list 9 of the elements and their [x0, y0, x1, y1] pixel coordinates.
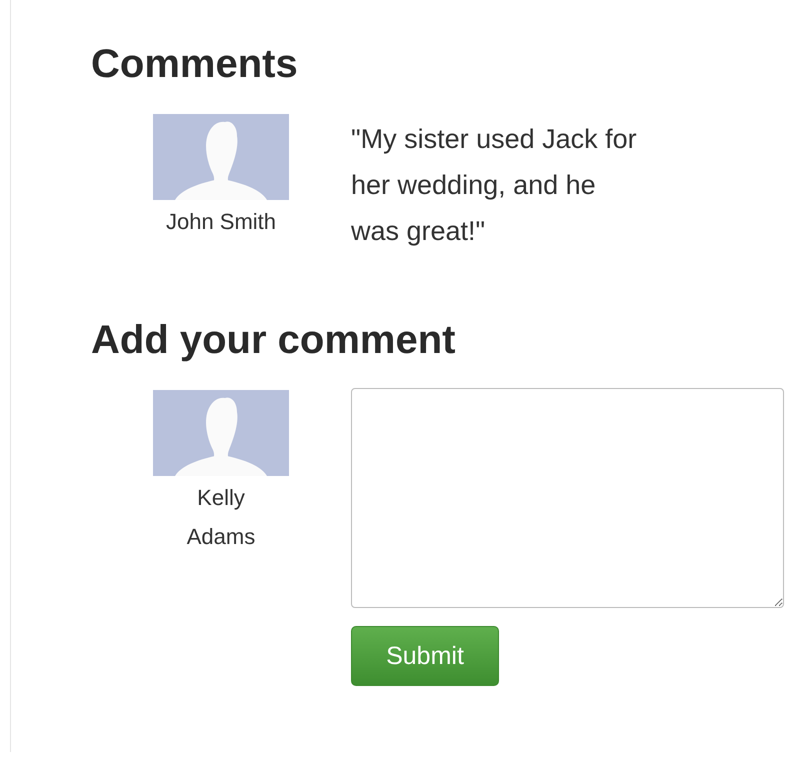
avatar-icon [153, 390, 289, 476]
author-name: John Smith [166, 208, 276, 236]
avatar-icon [153, 114, 289, 200]
section-heading: Add your comment [91, 317, 456, 364]
author-name: Kelly Adams [186, 484, 256, 551]
section-heading: Comments [91, 41, 299, 88]
comment-text: "My sister used Jack for her wedding, and he was great!" [351, 123, 638, 248]
submit-button[interactable]: Submit [351, 626, 499, 686]
comment-field[interactable] [351, 388, 784, 608]
